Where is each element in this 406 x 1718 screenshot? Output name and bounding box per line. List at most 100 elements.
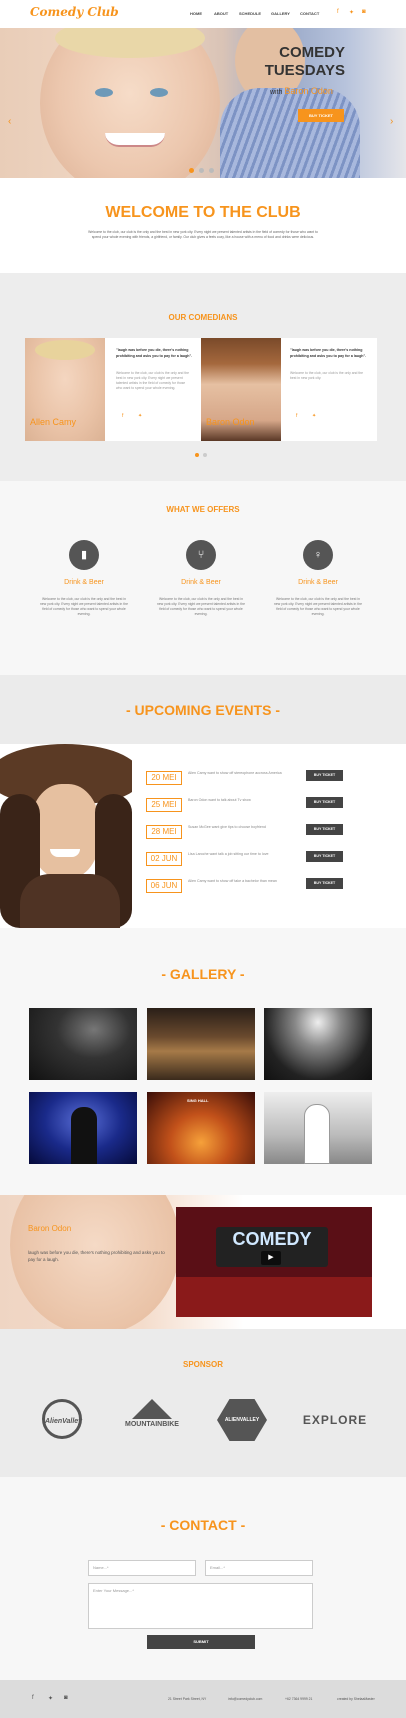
events-header: - UPCOMING EVENTS - — [0, 675, 406, 744]
offers-title: WHAT WE OFFERS — [166, 505, 240, 514]
offer-text: Welcome to the club, our club is the onl… — [274, 597, 362, 616]
offer-title: Drink & Beer — [298, 579, 338, 586]
facebook-icon[interactable]: f — [296, 413, 297, 419]
event-text: Allen Camy want to show off stereophone … — [188, 771, 282, 775]
slider-dot-2[interactable] — [199, 168, 204, 173]
nav-schedule[interactable]: SCHEDULE — [239, 11, 261, 16]
sponsor-logo[interactable]: EXPLORE — [295, 1397, 375, 1447]
footer-credit: created by ShelaaMaster — [337, 1697, 375, 1701]
comedians-section: OUR COMEDIANS Allen Camy "laugh was befo… — [0, 273, 406, 481]
buy-ticket-button[interactable]: BUY TICKET — [306, 824, 343, 835]
buy-ticket-button[interactable]: BUY TICKET — [306, 878, 343, 889]
beer-icon: ▮ — [69, 540, 99, 570]
carousel-dot-1[interactable] — [195, 453, 199, 457]
twitter-icon[interactable]: ✦ — [349, 9, 354, 16]
gallery-photo-concert[interactable] — [264, 1008, 372, 1080]
event-date: 20 MEI — [146, 771, 182, 785]
gallery-title: - GALLERY - — [161, 966, 245, 982]
buy-ticket-button[interactable]: BUY TICKET — [306, 797, 343, 808]
gallery-photo-bar[interactable] — [147, 1008, 255, 1080]
offer-title: Drink & Beer — [64, 579, 104, 586]
video-section: Baron Odon laugh was before you die, the… — [0, 1195, 406, 1329]
twitter-icon[interactable]: ✦ — [138, 413, 142, 419]
comedian-name[interactable]: Baron Odon — [206, 417, 255, 427]
contact-title: - CONTACT - — [160, 1517, 246, 1533]
comedian-photo-allen: Allen Camy — [25, 338, 105, 441]
events-section: 20 MEI Allen Camy want to show off stere… — [0, 744, 406, 928]
name-field[interactable]: Name...* — [88, 1560, 196, 1576]
gallery-photo-crowd[interactable] — [29, 1008, 137, 1080]
event-text: Allen Camy want to show off take a bache… — [188, 879, 277, 883]
food-icon: ⑂ — [186, 540, 216, 570]
footer: f ✦ ◙ 21 Street Park Street, NY info@com… — [0, 1680, 406, 1718]
hero-title: COMEDY TUESDAYS — [264, 44, 345, 79]
slider-dot-3[interactable] — [209, 168, 214, 173]
welcome-text: Welcome to the club, our club is the onl… — [88, 230, 318, 239]
comedians-carousel: Allen Camy "laugh was before you die, th… — [25, 338, 377, 441]
video-player[interactable]: COMEDY ▶ — [176, 1207, 372, 1317]
footer-phone: +62 7364 9999 21 — [285, 1697, 313, 1701]
offer-title: Drink & Beer — [181, 579, 221, 586]
nav-about[interactable]: ABOUT — [214, 11, 228, 16]
comedian-quote: "laugh was before you die, there's nothi… — [290, 348, 367, 358]
events-photo-girl — [0, 744, 132, 928]
facebook-icon[interactable]: f — [122, 413, 123, 419]
nav-gallery[interactable]: GALLERY — [271, 11, 290, 16]
welcome-title: WELCOME TO THE CLUB — [105, 204, 301, 221]
buy-ticket-button[interactable]: BUY TICKET — [306, 851, 343, 862]
event-date: 02 JUN — [146, 852, 182, 866]
header: Comedy Club HOME ABOUT SCHEDULE GALLERY … — [0, 0, 406, 28]
hero-buy-ticket-button[interactable]: BUY TICKET — [298, 109, 344, 122]
instagram-icon[interactable]: ◙ — [362, 9, 366, 15]
offer-text: Welcome to the club, our club is the onl… — [157, 597, 245, 616]
prev-arrow-icon[interactable]: ‹ — [8, 116, 11, 127]
footer-email[interactable]: info@comedyclub.com — [228, 1697, 262, 1701]
nav-contact[interactable]: CONTACT — [300, 11, 319, 16]
gallery-photo-singer[interactable] — [29, 1092, 137, 1164]
sponsor-logo[interactable]: ALIENVALLEY — [207, 1397, 277, 1447]
play-icon[interactable]: ▶ — [261, 1251, 281, 1265]
message-field[interactable]: Enter Your Message...* — [88, 1583, 313, 1629]
hero-slider: COMEDY TUESDAYS with Baron Odon BUY TICKE… — [0, 28, 406, 178]
sponsor-logo[interactable]: AlienValley — [27, 1397, 97, 1447]
comedian-quote: "laugh was before you die, there's nothi… — [116, 348, 193, 358]
comedian-photo-baron: Baron Odon — [201, 338, 281, 441]
sponsor-title: SPONSOR — [182, 1360, 223, 1369]
sponsor-section: SPONSOR AlienValley MOUNTAINBIKE ALIENVA… — [0, 1329, 406, 1477]
slider-dot-1[interactable] — [189, 168, 194, 173]
gallery-photo-performer[interactable] — [264, 1092, 372, 1164]
facebook-icon[interactable]: f — [32, 1695, 34, 1701]
events-title: - UPCOMING EVENTS - — [125, 702, 280, 718]
video-quote: laugh was before you die, there's nothin… — [28, 1250, 165, 1262]
stage-sign: SING HALL — [187, 1098, 209, 1103]
comedians-title: OUR COMEDIANS — [168, 313, 238, 322]
comedian-text: Welcome to the club, our club is the onl… — [290, 371, 364, 380]
logo[interactable]: Comedy Club — [30, 5, 119, 19]
email-field[interactable]: Email...* — [205, 1560, 313, 1576]
sponsor-logo[interactable]: MOUNTAINBIKE — [117, 1397, 187, 1447]
instagram-icon[interactable]: ◙ — [64, 1695, 68, 1701]
gallery-section: - GALLERY - SING HALL — [0, 928, 406, 1195]
comedian-name[interactable]: Allen Camy — [30, 417, 76, 427]
nav-home[interactable]: HOME — [190, 11, 202, 16]
offer-text: Welcome to the club, our club is the onl… — [40, 597, 128, 616]
next-arrow-icon[interactable]: › — [390, 116, 393, 127]
carousel-dot-2[interactable] — [203, 453, 207, 457]
microphone-icon: ♀ — [303, 540, 333, 570]
event-text: Susan McGee want give tips to choose boy… — [188, 825, 266, 829]
contact-section: - CONTACT - Name...* Email...* Enter You… — [0, 1477, 406, 1680]
twitter-icon[interactable]: ✦ — [48, 1695, 53, 1702]
video-comedian-name: Baron Odon — [28, 1224, 72, 1233]
submit-button[interactable]: SUBMIT — [147, 1635, 255, 1649]
event-date: 06 JUN — [146, 879, 182, 893]
welcome-section: WELCOME TO THE CLUB Welcome to the club,… — [0, 178, 406, 273]
twitter-icon[interactable]: ✦ — [312, 413, 316, 419]
buy-ticket-button[interactable]: BUY TICKET — [306, 770, 343, 781]
comedian-text: Welcome to the club, our club is the onl… — [116, 371, 190, 390]
footer-address: 21 Street Park Street, NY — [168, 1697, 207, 1701]
hero-subtitle: with Baron Odon — [270, 86, 333, 96]
gallery-photo-stage[interactable]: SING HALL — [147, 1092, 255, 1164]
event-text: Lisa Laroche want talk a job sitting our… — [188, 852, 269, 856]
facebook-icon[interactable]: f — [337, 9, 339, 15]
event-date: 25 MEI — [146, 798, 182, 812]
